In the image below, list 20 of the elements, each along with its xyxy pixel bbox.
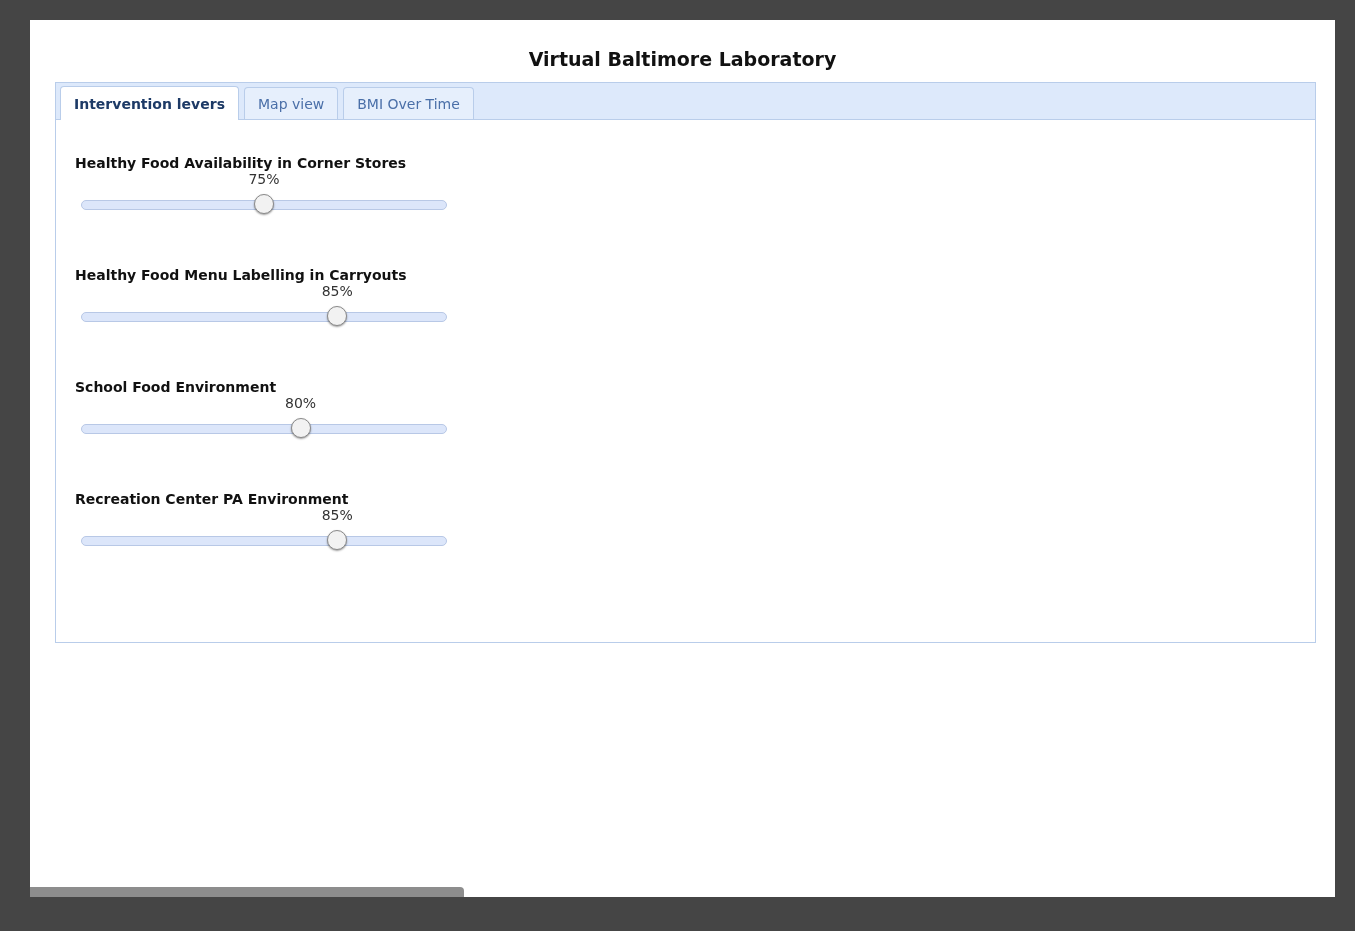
slider-label: School Food Environment xyxy=(75,379,278,395)
slider-thumb[interactable] xyxy=(290,418,311,438)
slider-thumb[interactable] xyxy=(327,306,348,326)
slider-label: Healthy Food Menu Labelling in Carryouts xyxy=(75,267,408,283)
slider-thumb[interactable] xyxy=(327,530,348,550)
slider-value: 75% xyxy=(248,171,280,187)
tab[interactable]: Map view xyxy=(243,87,339,119)
slider-track[interactable] xyxy=(81,306,447,328)
slider-thumb[interactable] xyxy=(254,194,274,214)
tab[interactable]: BMI Over Time xyxy=(343,87,474,119)
slider-label: Healthy Food Availability in Corner Stores xyxy=(75,155,408,171)
slider-value: 85% xyxy=(321,283,353,299)
tab[interactable]: Intervention levers xyxy=(60,86,239,120)
slider-track[interactable] xyxy=(81,530,447,552)
slider-value: 80% xyxy=(285,395,317,411)
slider-track[interactable] xyxy=(81,194,447,216)
slider-value: 85% xyxy=(321,507,353,523)
page-title: Virtual Baltimore Laboratory xyxy=(528,48,837,70)
slider-label: Recreation Center PA Environment xyxy=(75,491,350,507)
slider-track[interactable] xyxy=(81,418,447,440)
